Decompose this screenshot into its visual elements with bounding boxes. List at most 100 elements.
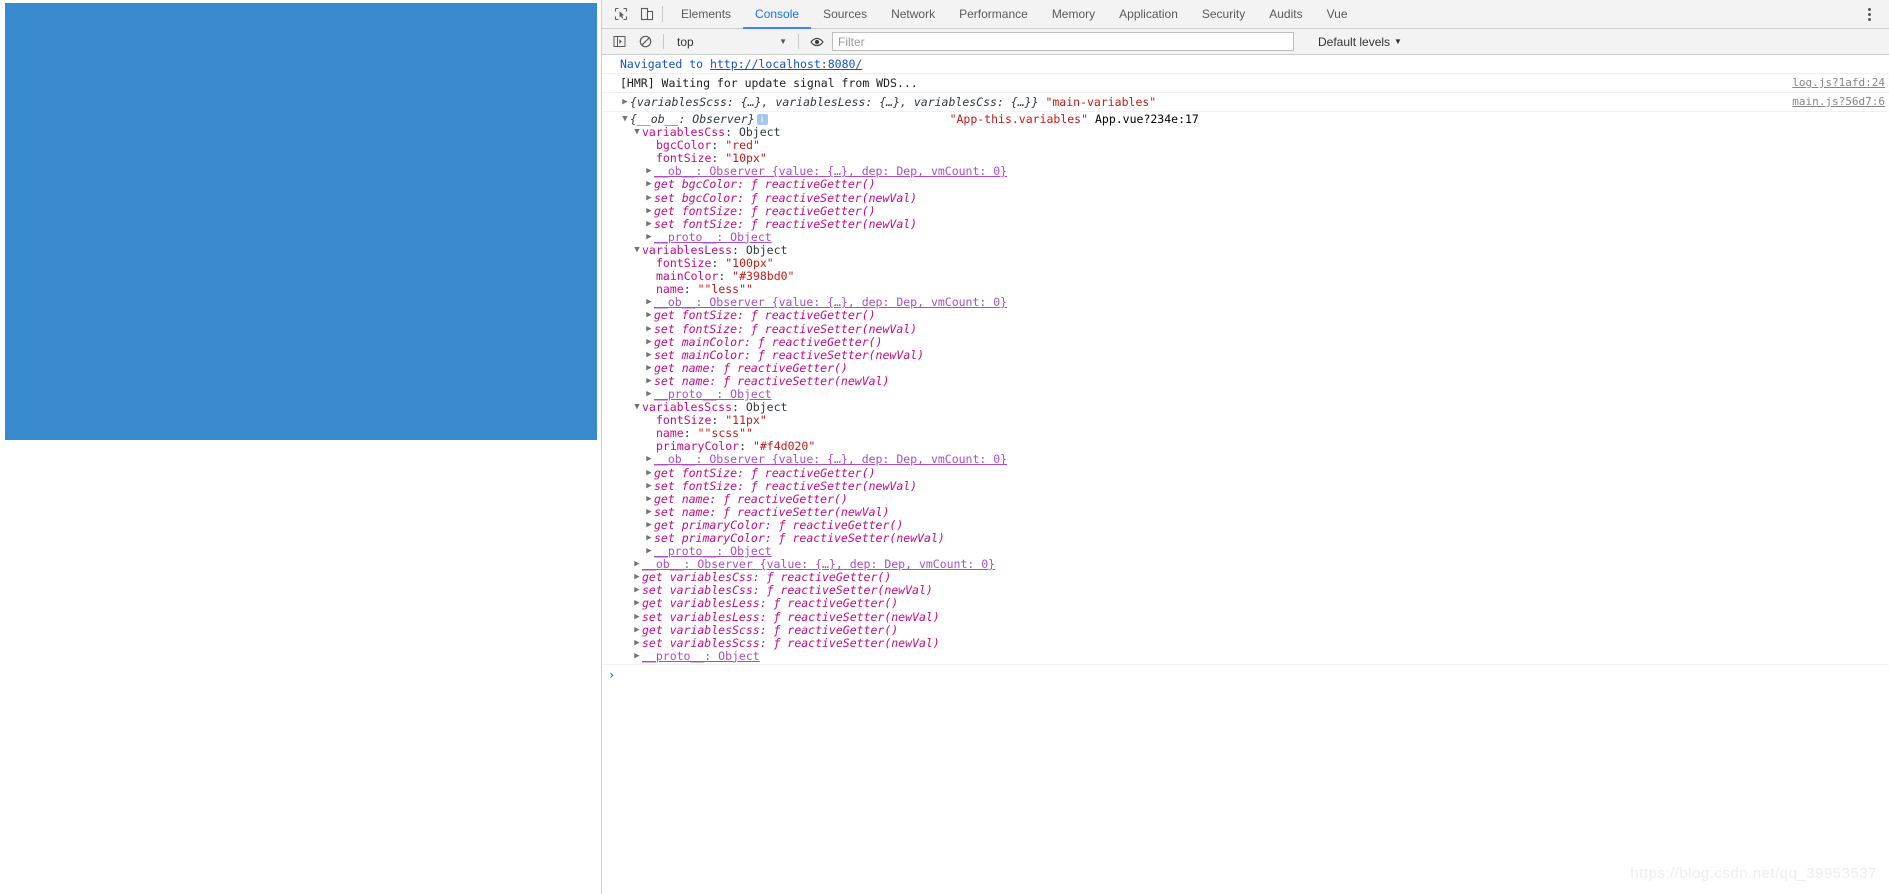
console-filter-input[interactable]: [832, 32, 1294, 51]
tab-vue[interactable]: Vue: [1315, 0, 1360, 29]
tab-security[interactable]: Security: [1190, 0, 1257, 29]
console-sidebar-toggle-icon[interactable]: [608, 31, 630, 53]
expand-arrow-icon[interactable]: [644, 323, 654, 336]
chevron-down-icon-levels: ▼: [1394, 37, 1402, 46]
tab-application-label: Application: [1119, 6, 1178, 21]
log-levels-select[interactable]: Default levels ▼: [1318, 35, 1402, 49]
accessor-text: get fontSize: ƒ reactiveGetter(): [654, 465, 876, 480]
tabstrip-right-controls: [1857, 0, 1889, 28]
expand-arrow-icon[interactable]: [644, 336, 654, 349]
prop-value: "11px": [725, 413, 767, 428]
expand-arrow-icon[interactable]: [644, 165, 654, 178]
tab-performance[interactable]: Performance: [947, 0, 1040, 29]
group-key-variablesless: variablesLess: [642, 242, 733, 257]
app-variables-source-link[interactable]: App.vue?234e:17: [1095, 112, 1199, 126]
expand-arrow-icon[interactable]: [632, 584, 642, 597]
tree-accessor-row[interactable]: set fontSize: ƒ reactiveSetter(newVal): [620, 216, 1889, 231]
expand-arrow-icon[interactable]: [644, 467, 654, 480]
expand-arrow-icon[interactable]: [644, 519, 654, 532]
console-message-list[interactable]: Navigated to http://localhost:8080/ [HMR…: [602, 55, 1889, 894]
tab-network-label: Network: [891, 6, 936, 21]
tree-group-variablesscss[interactable]: variablesScss: Object: [620, 401, 1889, 414]
clear-console-icon[interactable]: [634, 31, 656, 53]
root-accessor-text: get variablesCss: ƒ reactiveGetter(): [642, 570, 892, 585]
root-accessor-text: set variablesLess: ƒ reactiveSetter(newV…: [642, 609, 940, 624]
accessor-text: get fontSize: ƒ reactiveGetter(): [654, 308, 876, 323]
tree-accessor-row[interactable]: set name: ƒ reactiveSetter(newVal): [620, 374, 1889, 388]
tab-elements[interactable]: Elements: [669, 0, 743, 29]
tree-proto-row[interactable]: __proto__: Object: [620, 229, 1889, 244]
main-variables-source-link[interactable]: main.js?56d7:6: [1792, 95, 1885, 109]
hmr-source-link[interactable]: log.js?1afd:24: [1792, 76, 1885, 90]
tree-root-accessor-row[interactable]: set variablesScss: ƒ reactiveSetter(newV…: [620, 635, 1889, 650]
tree-proto-row[interactable]: __proto__: Object: [620, 387, 1889, 401]
expand-arrow-icon[interactable]: [632, 571, 642, 584]
group-type-variablesless: Object: [745, 242, 788, 257]
proto-text: __proto__: Object: [654, 544, 772, 559]
expand-arrow-icon[interactable]: [644, 192, 654, 205]
expand-arrow-icon[interactable]: [644, 349, 654, 362]
prop-key: fontSize: [656, 256, 712, 271]
expand-arrow-icon[interactable]: [644, 506, 654, 519]
accessor-text: get primaryColor: ƒ reactiveGetter(): [654, 517, 904, 532]
expand-arrow-icon[interactable]: [644, 309, 654, 322]
live-expression-icon[interactable]: [806, 31, 828, 53]
expand-arrow-icon[interactable]: [644, 178, 654, 191]
tree-group-variablesless[interactable]: variablesLess: Object: [620, 242, 1889, 257]
expand-arrow-icon[interactable]: [632, 637, 642, 650]
tree-group-variablescss[interactable]: variablesCss: Object: [620, 126, 1889, 139]
tab-console[interactable]: Console: [743, 0, 812, 29]
accessor-text: get fontSize: ƒ reactiveGetter(): [654, 203, 876, 218]
console-prompt[interactable]: ›: [602, 665, 1889, 685]
filterbar-divider-2: [798, 34, 799, 49]
tab-elements-label: Elements: [681, 6, 732, 21]
toolbar-divider: [662, 6, 663, 22]
expand-arrow-icon[interactable]: [644, 296, 654, 309]
expand-arrow-icon[interactable]: [644, 480, 654, 493]
expand-arrow-icon[interactable]: [644, 218, 654, 231]
group-type-variablesscss: Object: [745, 400, 788, 415]
console-filter-toolbar: top ▼ Default levels ▼: [602, 29, 1889, 55]
proto-text: __proto__: Object: [654, 229, 772, 244]
collapse-arrow-icon[interactable]: [620, 113, 630, 126]
app-variables-label: "App-this.variables": [949, 112, 1089, 126]
execution-context-select[interactable]: top ▼: [671, 32, 791, 51]
root-accessor-text: set variablesScss: ƒ reactiveSetter(newV…: [642, 635, 940, 650]
expand-arrow-icon[interactable]: [632, 650, 642, 663]
expand-arrow-icon[interactable]: [644, 375, 654, 388]
console-message-app-variables: {__ob__: Observer}i "App-this.variables"…: [602, 112, 1889, 665]
tab-memory-label: Memory: [1051, 6, 1096, 21]
accessor-text: set fontSize: ƒ reactiveSetter(newVal): [654, 216, 918, 231]
expand-arrow-icon[interactable]: [620, 95, 630, 109]
more-options-icon[interactable]: [1857, 2, 1881, 26]
expand-arrow-icon[interactable]: [632, 558, 642, 571]
expand-arrow-icon[interactable]: [644, 493, 654, 506]
tab-application[interactable]: Application: [1107, 0, 1190, 29]
collapse-arrow-icon[interactable]: [632, 401, 642, 414]
expand-arrow-icon[interactable]: [632, 597, 642, 610]
root-accessor-text: get variablesScss: ƒ reactiveGetter(): [642, 622, 899, 637]
inspect-element-icon[interactable]: [608, 1, 634, 27]
root-accessor-text: get variablesLess: ƒ reactiveGetter(): [642, 596, 899, 611]
observer-text: __ob__: Observer {value: {…}, dep: Dep, …: [654, 452, 1008, 467]
tab-console-label: Console: [755, 6, 800, 21]
collapse-arrow-icon[interactable]: [632, 126, 642, 139]
devtools-tabs: Elements Console Sources Network Perform…: [669, 0, 1360, 29]
expand-arrow-icon[interactable]: [644, 532, 654, 545]
expand-arrow-icon[interactable]: [644, 362, 654, 375]
collapse-arrow-icon[interactable]: [632, 244, 642, 257]
root-observer-text: __ob__: Observer {value: {…}, dep: Dep, …: [642, 557, 996, 572]
tree-root-proto-row[interactable]: __proto__: Object: [620, 649, 1889, 663]
navigated-url-link[interactable]: http://localhost:8080/: [710, 57, 862, 71]
tree-accessor-row[interactable]: set primaryColor: ƒ reactiveSetter(newVa…: [620, 531, 1889, 545]
expand-arrow-icon[interactable]: [632, 611, 642, 624]
tab-audits[interactable]: Audits: [1257, 0, 1314, 29]
device-toolbar-icon[interactable]: [634, 1, 660, 27]
tab-memory[interactable]: Memory: [1040, 0, 1107, 29]
tab-sources[interactable]: Sources: [811, 0, 879, 29]
expand-arrow-icon[interactable]: [632, 624, 642, 637]
tab-network[interactable]: Network: [879, 0, 947, 29]
info-icon[interactable]: i: [756, 114, 768, 125]
expand-arrow-icon[interactable]: [644, 205, 654, 218]
expand-arrow-icon[interactable]: [644, 453, 654, 466]
